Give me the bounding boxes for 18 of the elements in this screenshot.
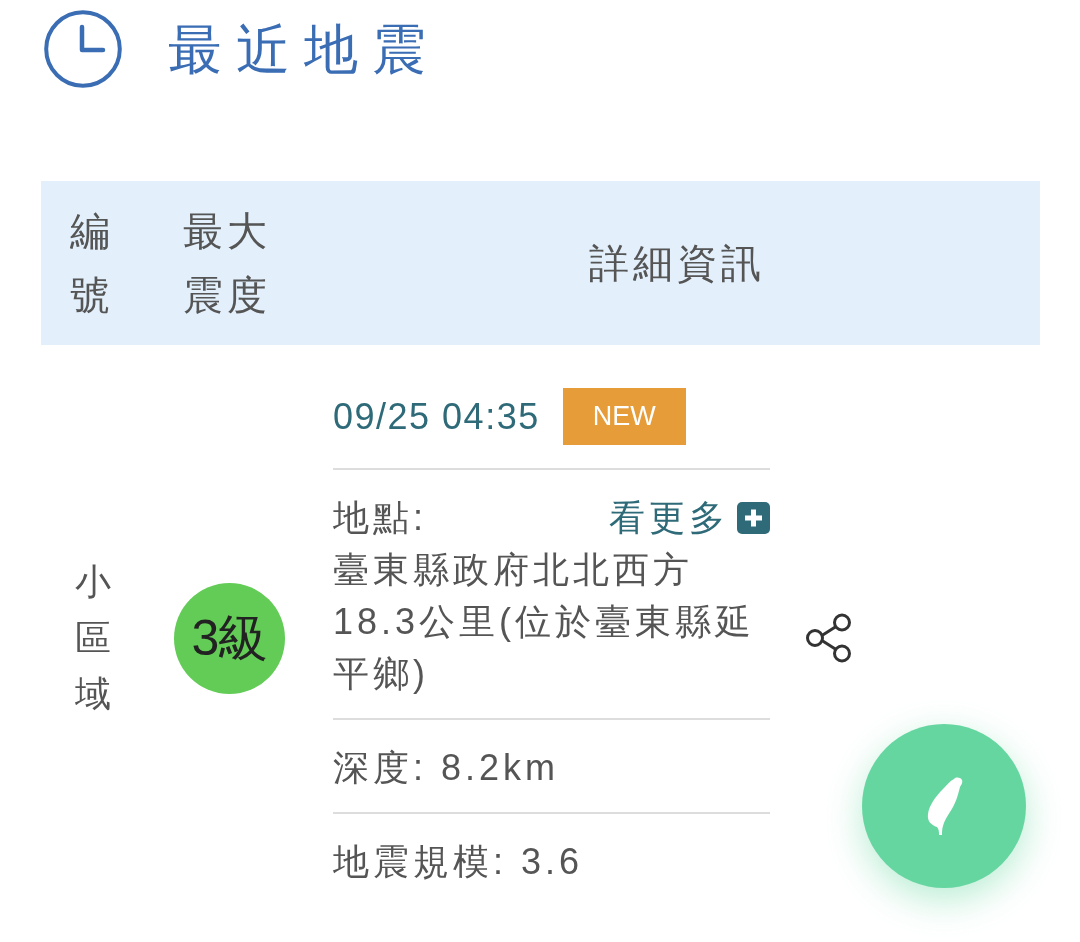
detail-text: 深度: 8.2km bbox=[333, 746, 561, 790]
new-badge: NEW bbox=[562, 388, 686, 445]
timestamp: 09/25 04:35 bbox=[333, 394, 540, 439]
column-header: 詳細資訊 bbox=[588, 240, 765, 287]
clock-icon bbox=[44, 10, 122, 88]
share-button[interactable] bbox=[805, 613, 853, 663]
plus-icon bbox=[737, 502, 770, 534]
location-label: 地點: bbox=[333, 496, 427, 540]
area-scope-text: 小區域 bbox=[75, 560, 112, 716]
location-text: 臺東縣政府北北西方18.3公里(位於臺東縣延平鄉) bbox=[333, 548, 757, 696]
page-title: 最近地震 bbox=[168, 18, 440, 81]
column-header: 編號 bbox=[70, 208, 114, 319]
share-icon bbox=[805, 613, 853, 663]
intensity-badge: 3級 bbox=[174, 582, 285, 694]
column-header: 最大震度 bbox=[183, 208, 271, 319]
island-icon bbox=[925, 776, 963, 836]
see-more-link[interactable]: 看更多 bbox=[609, 492, 770, 544]
detail-text: 地震規模: 3.6 bbox=[333, 840, 585, 884]
